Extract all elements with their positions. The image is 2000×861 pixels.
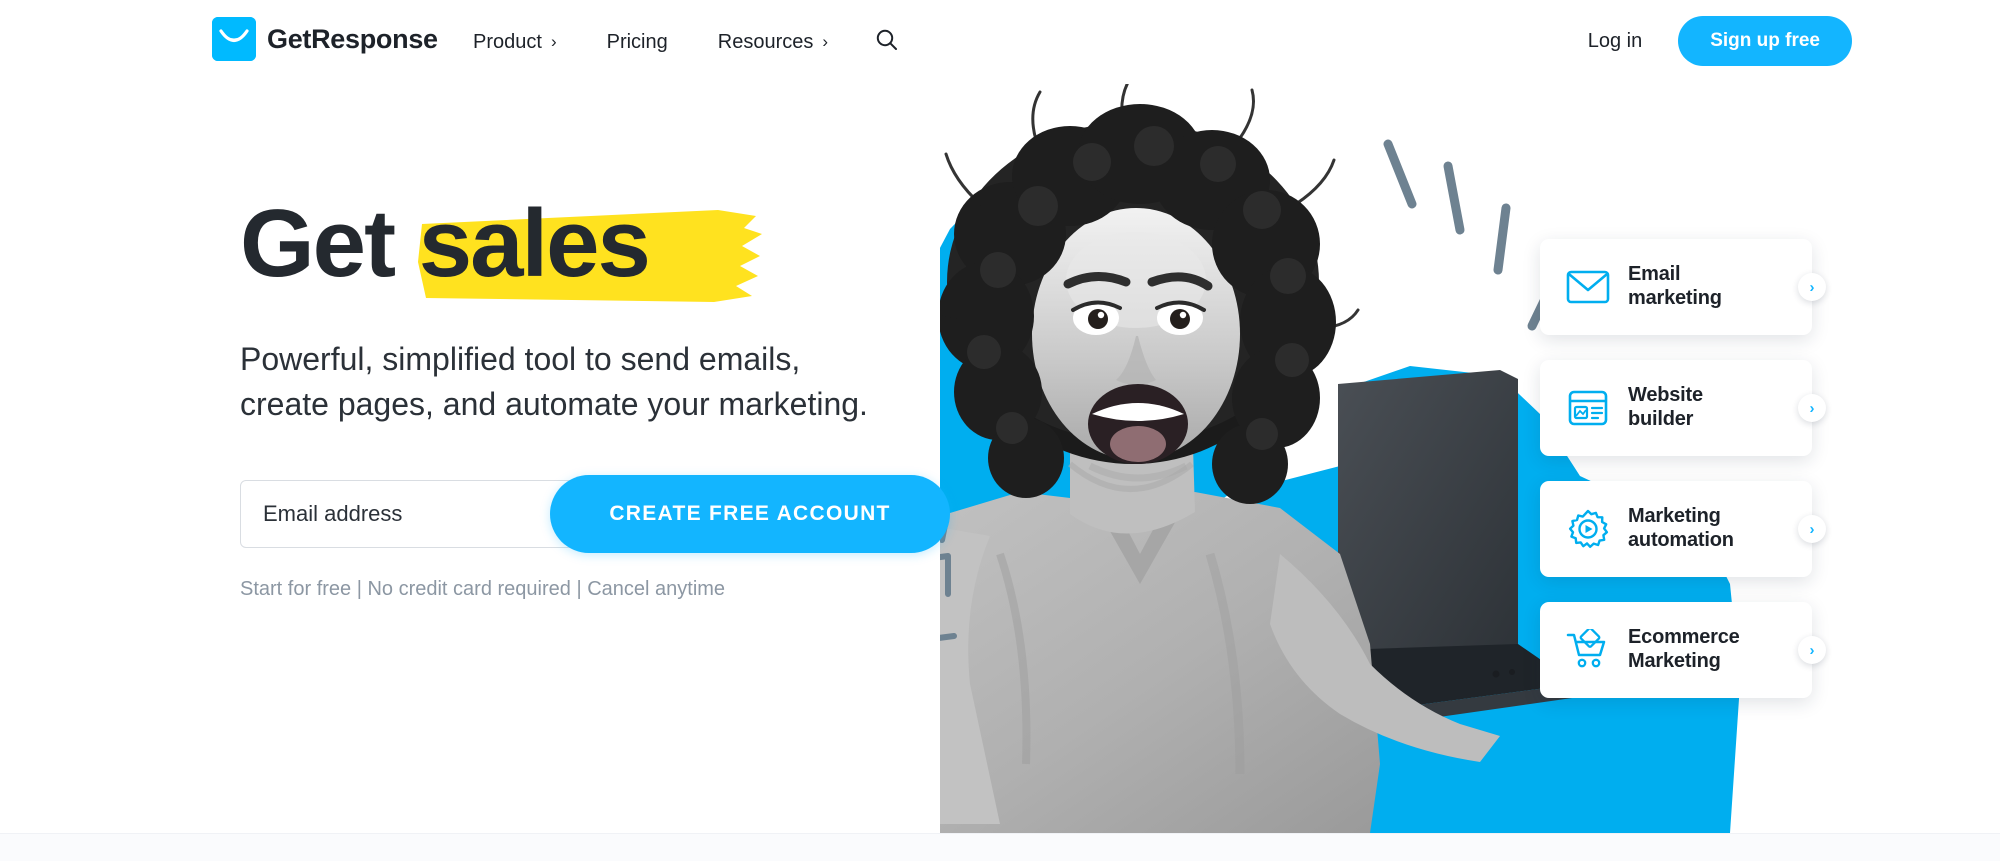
brand-name: GetResponse bbox=[267, 23, 438, 54]
hero-artwork bbox=[940, 84, 2000, 833]
feature-label-line2: Marketing bbox=[1628, 650, 1721, 672]
hero-subheadline-line1: Powerful, simplified tool to send emails… bbox=[240, 340, 801, 377]
hero-subheadline-line2: create pages, and automate your marketin… bbox=[240, 386, 868, 423]
chevron-right-icon: › bbox=[822, 31, 829, 51]
feature-label-line2: marketing bbox=[1628, 287, 1722, 309]
header-actions: Log in Sign up free bbox=[1574, 16, 1852, 66]
feature-card-marketing-automation-label: Marketing automation bbox=[1628, 505, 1734, 552]
feature-card-list: Email marketing › Website builder › Mark… bbox=[1540, 239, 1830, 723]
chevron-right-icon[interactable]: › bbox=[1798, 636, 1826, 664]
feature-label-line1: Ecommerce bbox=[1628, 626, 1740, 649]
login-link[interactable]: Log in bbox=[1574, 20, 1657, 63]
signup-form: CREATE FREE ACCOUNT bbox=[240, 474, 956, 553]
page-title-highlight: sales bbox=[418, 190, 651, 297]
search-button[interactable] bbox=[865, 22, 908, 62]
hero-subheadline: Powerful, simplified tool to send emails… bbox=[240, 337, 970, 428]
main-navigation: Product › Pricing Resources › bbox=[448, 22, 908, 62]
brand-logo[interactable]: GetResponse bbox=[212, 17, 438, 61]
chevron-right-icon[interactable]: › bbox=[1798, 273, 1826, 301]
page-root: GetResponse Product › Pricing Resources … bbox=[0, 0, 2000, 861]
getresponse-envelope-logo-icon bbox=[212, 17, 256, 61]
signup-free-button[interactable]: Sign up free bbox=[1678, 16, 1852, 66]
site-header: GetResponse Product › Pricing Resources … bbox=[0, 0, 2000, 84]
signup-fineprint: Start for free | No credit card required… bbox=[240, 577, 726, 600]
chevron-right-icon[interactable]: › bbox=[1798, 515, 1826, 543]
feature-card-ecommerce-marketing-label: Ecommerce Marketing bbox=[1628, 626, 1740, 673]
feature-card-website-builder-label: Website builder bbox=[1628, 384, 1703, 431]
shopping-cart-icon bbox=[1566, 628, 1610, 672]
feature-label-line1: Website bbox=[1628, 384, 1703, 407]
next-section-strip bbox=[0, 833, 2000, 861]
nav-item-pricing-label: Pricing bbox=[606, 30, 668, 53]
feature-card-marketing-automation[interactable]: Marketing automation › bbox=[1540, 481, 1826, 577]
browser-window-icon bbox=[1566, 386, 1610, 430]
gear-play-icon bbox=[1566, 507, 1610, 551]
hero-section: Get sales Powerful, simplified tool to s… bbox=[0, 84, 2000, 833]
chevron-right-icon: › bbox=[550, 31, 557, 51]
chevron-right-icon[interactable]: › bbox=[1798, 394, 1826, 422]
page-title-part1: Get bbox=[240, 190, 419, 297]
feature-card-ecommerce-marketing[interactable]: Ecommerce Marketing › bbox=[1540, 602, 1826, 698]
nav-item-pricing[interactable]: Pricing bbox=[582, 25, 693, 60]
hero-copy: Get sales Powerful, simplified tool to s… bbox=[240, 193, 1000, 601]
search-icon bbox=[875, 28, 898, 56]
feature-card-email-marketing[interactable]: Email marketing › bbox=[1540, 239, 1826, 335]
feature-label-line1: Email bbox=[1628, 263, 1681, 286]
feature-label-line2: builder bbox=[1628, 408, 1694, 430]
nav-item-resources[interactable]: Resources › bbox=[693, 25, 853, 60]
create-free-account-button[interactable]: CREATE FREE ACCOUNT bbox=[550, 474, 950, 553]
envelope-icon bbox=[1566, 265, 1610, 309]
nav-item-resources-label: Resources bbox=[717, 30, 814, 53]
feature-card-email-marketing-label: Email marketing bbox=[1628, 263, 1722, 310]
nav-item-product-label: Product bbox=[473, 30, 542, 53]
feature-card-website-builder[interactable]: Website builder › bbox=[1540, 360, 1826, 456]
feature-label-line1: Marketing bbox=[1628, 505, 1721, 528]
nav-item-product[interactable]: Product › bbox=[448, 25, 582, 60]
feature-label-line2: automation bbox=[1628, 529, 1734, 551]
page-title: Get sales bbox=[240, 193, 1000, 302]
